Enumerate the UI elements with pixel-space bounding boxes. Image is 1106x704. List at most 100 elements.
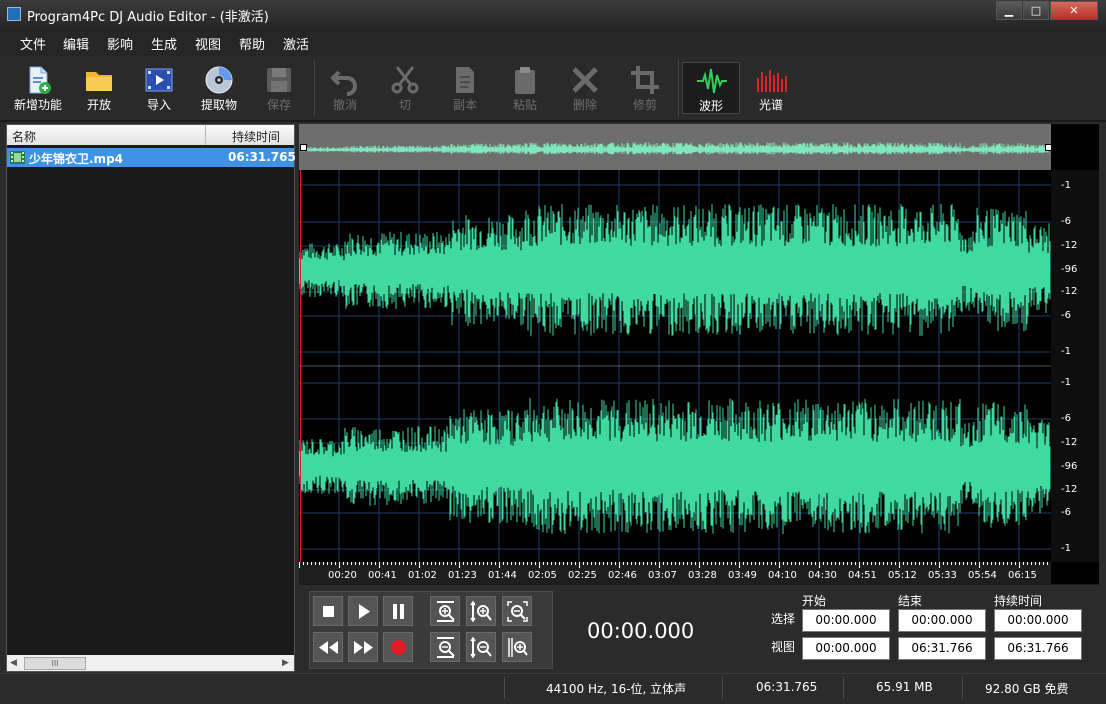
menu-view[interactable]: 视图 [195,34,221,53]
copy-label: 副本 [452,98,477,112]
fast-forward-button[interactable] [348,632,378,662]
scroll-left-arrow-icon[interactable]: ◀ [10,658,17,668]
import-button[interactable]: 导入 [130,56,188,118]
zoom-out-vertical-button[interactable] [466,632,496,662]
zoom-fit-button[interactable] [502,596,532,626]
rewind-icon [319,641,338,654]
zoom-out-horizontal-button[interactable] [430,632,460,662]
toolbar-separator [678,60,679,116]
db-label: -1 [1061,377,1071,388]
status-bar: 44100 Hz, 16-位, 立体声 06:31.765 65.91 MB 9… [0,673,1106,704]
timeline-label: 02:05 [528,570,557,581]
record-icon [391,640,406,655]
view-duration-field[interactable]: 06:31.766 [994,637,1082,660]
view-start-field[interactable]: 00:00.000 [802,637,890,660]
close-button[interactable]: ✕ [1050,1,1098,20]
timeline-ticks [299,562,1048,568]
menu-file[interactable]: 文件 [20,34,46,53]
timeline-label: 03:49 [728,570,757,581]
overview-left-handle[interactable] [300,144,307,151]
db-label: -6 [1061,216,1071,227]
file-duration: 06:31.765 [228,150,296,164]
extract-label: 提取物 [200,98,237,112]
pause-button[interactable] [383,596,413,626]
scroll-right-arrow-icon[interactable]: ▶ [282,658,289,668]
db-label: -1 [1061,180,1071,191]
scroll-thumb[interactable]: III [24,657,86,670]
title-bar: Program4Pc DJ Audio Editor - (非激活) ▁ □ ✕ [0,0,1106,28]
current-time-display: 00:00.000 [587,619,695,643]
save-label: 保存 [266,98,291,112]
selection-start-field[interactable]: 00:00.000 [802,609,890,632]
zoom-in-vertical-icon [470,600,492,623]
selection-end-field[interactable]: 00:00.000 [898,609,986,632]
disc-icon [205,66,233,94]
transport-controls [309,591,553,669]
view-end-field[interactable]: 06:31.766 [898,637,986,660]
end-header: 结束 [898,594,923,608]
playhead-cursor[interactable] [300,170,301,562]
overview-wave [300,142,1049,155]
scissors-icon [391,66,419,94]
waveform-view-button[interactable]: 波形 [682,62,740,114]
trim-button[interactable]: 修剪 [616,56,674,118]
cut-button[interactable]: 切 [376,56,434,118]
stop-button[interactable] [313,596,343,626]
selection-duration-field[interactable]: 00:00.000 [994,609,1082,632]
spectrum-view-button[interactable]: 光谱 [742,56,800,118]
clipboard-icon [515,67,535,94]
maximize-button[interactable]: □ [1023,1,1049,20]
play-button[interactable] [348,596,378,626]
menu-effects[interactable]: 影响 [107,34,133,53]
minimize-button[interactable]: ▁ [996,1,1022,20]
extract-button[interactable]: 提取物 [190,56,248,118]
timeline-label: 00:41 [368,570,397,581]
status-separator [962,677,963,699]
status-disk-free: 92.80 GB 免费 [985,682,1069,696]
paste-button[interactable]: 粘贴 [496,56,554,118]
crop-icon [631,66,659,94]
menu-generate[interactable]: 生成 [151,34,177,53]
overview-right-handle[interactable] [1045,144,1052,151]
toolbar: 新增功能 开放 导入 提取物 保存 撤消 切 副本 粘贴 删除 修剪 波形 光谱 [0,56,1106,122]
menu-edit[interactable]: 编辑 [63,34,89,53]
copy-button[interactable]: 副本 [436,56,494,118]
menu-activate[interactable]: 激活 [283,34,309,53]
stop-icon [323,606,334,617]
db-label: -12 [1061,484,1078,495]
spectrum-label: 光谱 [758,98,783,112]
new-button[interactable]: 新增功能 [9,56,67,118]
record-button[interactable] [383,632,413,662]
delete-x-icon [572,67,598,93]
zoom-in-horizontal-button[interactable] [430,596,460,626]
timeline-label: 04:10 [768,570,797,581]
trim-label: 修剪 [632,98,657,112]
timeline-label: 02:25 [568,570,597,581]
delete-button[interactable]: 删除 [556,56,614,118]
new-file-icon [29,66,51,94]
menu-help[interactable]: 帮助 [239,34,265,53]
zoom-in-vertical-button[interactable] [466,596,496,626]
waveform-channels [299,170,1051,562]
zoom-selection-button[interactable] [502,632,532,662]
waveform-overview[interactable] [299,124,1052,170]
file-list-item[interactable]: 少年锦衣卫.mp4 06:31.765 [7,148,296,167]
open-button[interactable]: 开放 [70,56,128,118]
folder-icon [86,72,112,91]
waveform-view[interactable] [299,170,1051,562]
pause-icon [393,604,404,619]
column-duration[interactable]: 持续时间 [232,128,280,145]
column-divider[interactable] [205,125,206,145]
timeline-label: 04:30 [808,570,837,581]
timeline-label: 03:28 [688,570,717,581]
timeline-ruler[interactable]: 00:20 00:41 01:02 01:23 01:44 02:05 02:2… [299,562,1051,584]
save-button[interactable]: 保存 [250,56,308,118]
rewind-button[interactable] [313,632,343,662]
undo-button[interactable]: 撤消 [316,56,374,118]
save-icon [267,68,291,92]
column-name[interactable]: 名称 [12,128,36,145]
db-label: -6 [1061,507,1071,518]
status-file-size: 65.91 MB [876,680,933,694]
horizontal-scrollbar[interactable]: ◀ III ▶ [7,655,294,671]
waveform-label: 波形 [698,99,723,113]
